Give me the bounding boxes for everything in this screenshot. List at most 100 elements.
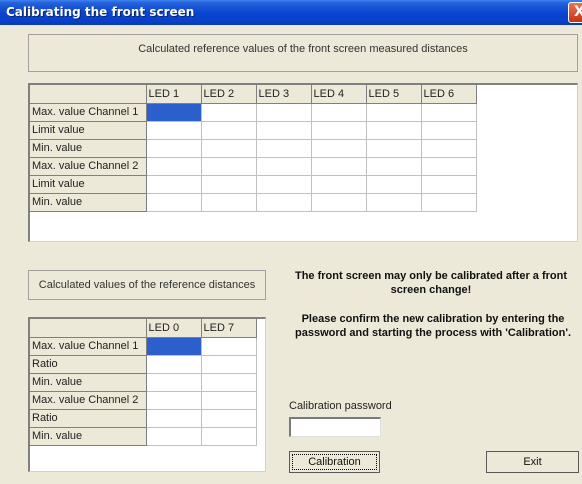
grid-cell[interactable] [146,373,202,392]
grid-cell[interactable] [366,103,422,122]
table-row: Ratio [30,355,257,374]
table-row: Ratio [30,409,257,428]
close-button[interactable]: X [568,2,582,23]
grid-cell[interactable] [201,409,257,428]
grid-cell[interactable] [146,157,202,176]
row-header: Min. value [30,427,147,446]
reference-distances-header: Calculated values of the reference dista… [28,270,266,300]
column-header-led0: LED 0 [146,319,202,338]
row-header: Max. value Channel 1 [30,337,147,356]
reference-values-header: Calculated reference values of the front… [28,34,578,72]
grid-cell[interactable] [421,175,477,194]
grid-cell[interactable] [256,121,312,140]
table-row: Max. value Channel 1 [30,337,257,356]
reference-distances-grid[interactable]: LED 0 LED 7 Max. value Channel 1 Ratio M… [28,317,266,472]
grid-cell[interactable] [146,409,202,428]
grid-cell[interactable] [311,121,367,140]
close-icon: X [574,4,582,20]
grid-cell[interactable] [366,121,422,140]
row-header: Min. value [30,373,147,392]
confirm-instructions: Please confirm the new calibration by en… [295,313,571,339]
grid-cell[interactable] [201,121,257,140]
grid-cell[interactable] [146,121,202,140]
column-header-led6: LED 6 [421,85,477,104]
grid-cell[interactable] [146,391,202,410]
grid-cell[interactable] [366,175,422,194]
reference-values-header-text: Calculated reference values of the front… [138,43,468,55]
table-row: Min. value [30,193,477,212]
grid-cell[interactable] [201,373,257,392]
row-header: Min. value [30,193,147,212]
grid-cell[interactable] [256,193,312,212]
table-row: Limit value [30,175,477,194]
grid-cell[interactable] [421,193,477,212]
column-header-led4: LED 4 [311,85,367,104]
grid-cell[interactable] [311,157,367,176]
reference-values-grid[interactable]: LED 1 LED 2 LED 3 LED 4 LED 5 LED 6 Max.… [28,83,578,242]
grid-cell[interactable] [366,157,422,176]
grid-cell[interactable] [311,193,367,212]
grid-cell[interactable] [201,391,257,410]
warning-message: The front screen may only be calibrated … [294,270,567,296]
table-row: Min. value [30,373,257,392]
grid-cell[interactable] [421,103,477,122]
password-label: Calibration password [289,400,392,412]
row-header: Max. value Channel 2 [30,391,147,410]
reference-distances-table: LED 0 LED 7 Max. value Channel 1 Ratio M… [30,319,257,446]
column-header-led7: LED 7 [201,319,257,338]
window-title: Calibrating the front screen [6,5,195,19]
grid-cell[interactable] [201,175,257,194]
grid-cell[interactable] [421,121,477,140]
grid-cell-selected[interactable] [146,103,202,122]
row-header: Ratio [30,409,147,428]
grid-cell[interactable] [201,103,257,122]
grid-cell[interactable] [311,175,367,194]
grid-cell[interactable] [201,139,257,158]
grid-cell[interactable] [421,139,477,158]
calibration-button[interactable]: Calibration [289,451,380,473]
grid-cell-selected[interactable] [146,337,202,356]
column-header-led5: LED 5 [366,85,422,104]
grid-corner [30,85,147,104]
table-row: Min. value [30,139,477,158]
row-header: Ratio [30,355,147,374]
grid-cell[interactable] [421,157,477,176]
grid-cell[interactable] [146,139,202,158]
calibration-dialog: Calibrating the front screen X Calculate… [0,0,582,484]
grid-cell[interactable] [201,193,257,212]
table-row: Limit value [30,121,477,140]
row-header: Max. value Channel 1 [30,103,147,122]
grid-cell[interactable] [201,427,257,446]
grid-cell[interactable] [146,355,202,374]
grid-cell[interactable] [366,139,422,158]
column-header-led2: LED 2 [201,85,257,104]
table-row: Max. value Channel 2 [30,157,477,176]
grid-cell[interactable] [146,193,202,212]
table-row: Min. value [30,427,257,446]
grid-cell[interactable] [366,193,422,212]
row-header: Min. value [30,139,147,158]
grid-cell[interactable] [311,139,367,158]
table-row: Max. value Channel 2 [30,391,257,410]
reference-values-table: LED 1 LED 2 LED 3 LED 4 LED 5 LED 6 Max.… [30,85,477,212]
row-header: Limit value [30,175,147,194]
grid-cell[interactable] [201,355,257,374]
grid-cell[interactable] [256,157,312,176]
calibration-password-input[interactable] [289,417,381,437]
title-bar[interactable]: Calibrating the front screen X [0,0,582,25]
grid-corner [30,319,147,338]
grid-cell[interactable] [311,103,367,122]
grid-cell[interactable] [256,175,312,194]
grid-cell[interactable] [256,139,312,158]
reference-distances-header-text: Calculated values of the reference dista… [38,279,256,291]
exit-button[interactable]: Exit [486,451,579,473]
grid-cell[interactable] [146,427,202,446]
grid-cell[interactable] [146,175,202,194]
grid-cell[interactable] [256,103,312,122]
row-header: Limit value [30,121,147,140]
grid-cell[interactable] [201,157,257,176]
table-row: Max. value Channel 1 [30,103,477,122]
grid-cell[interactable] [201,337,257,356]
column-header-led1: LED 1 [146,85,202,104]
column-header-led3: LED 3 [256,85,312,104]
